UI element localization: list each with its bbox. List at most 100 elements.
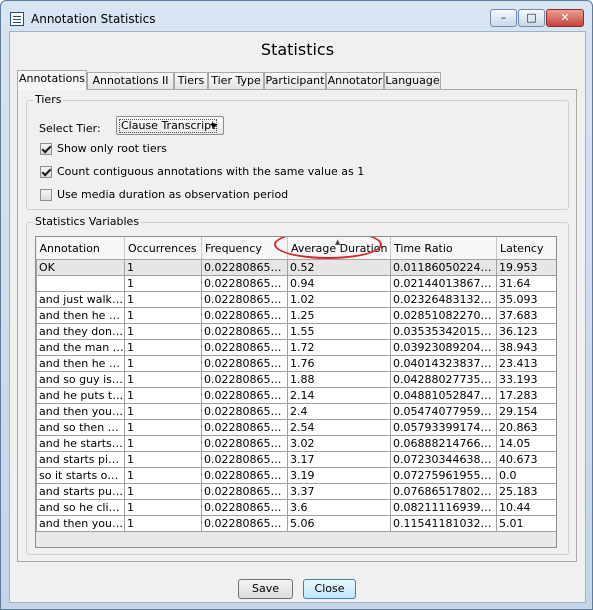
cell-average-duration: 3.6 xyxy=(287,499,391,516)
cell-latency: 38.943 xyxy=(496,339,556,356)
table-row[interactable]: and he puts th... 1 0.0228086581... 2.14 0.0… xyxy=(36,387,556,404)
cell-latency: 31.64 xyxy=(496,275,556,292)
column-header-occurrences[interactable]: Occurrences xyxy=(124,237,202,260)
cell-frequency: 0.0228086581... xyxy=(201,307,288,324)
maximize-button[interactable]: □ xyxy=(518,9,545,27)
cell-latency: 29.154 xyxy=(496,403,556,420)
cell-latency: 37.683 xyxy=(496,307,556,324)
cell-frequency: 0.0228086581... xyxy=(201,483,288,500)
table-row[interactable]: and then he cli... 1 0.0228086581... 1.76 0.… xyxy=(36,355,556,372)
tab-annotations-ii[interactable]: Annotations II xyxy=(87,72,174,89)
cell-latency: 36.123 xyxy=(496,323,556,340)
tab-annotator[interactable]: Annotator xyxy=(326,72,384,89)
cell-average-duration: 5.06 xyxy=(287,515,391,532)
cell-occurrences: 1 xyxy=(124,451,202,468)
cell-occurrences: 1 xyxy=(124,371,202,388)
close-window-button[interactable]: ✕ xyxy=(546,9,584,27)
close-button[interactable]: Close xyxy=(303,579,356,599)
cell-average-duration: 1.76 xyxy=(287,355,391,372)
cell-time-ratio: 0.02851082270830... xyxy=(390,307,497,324)
column-header-annotation[interactable]: Annotation xyxy=(36,237,125,260)
table-row[interactable]: and he starts ... 1 0.0228086581... 3.02 0.0… xyxy=(36,435,556,452)
page-title: Statistics xyxy=(260,40,335,59)
title-bar[interactable]: Annotation Statistics – □ ✕ xyxy=(1,1,592,35)
table-row[interactable]: so it starts out... 1 0.0228086581... 3.19 0… xyxy=(36,467,556,484)
annotation-statistics-window: Annotation Statistics – □ ✕ Statistics A… xyxy=(0,0,593,610)
tier-select[interactable]: Clause Transcript xyxy=(116,116,224,135)
statistics-table-body: OK10.0228086581...0.520.01186050224665..… xyxy=(36,259,556,532)
minimize-button[interactable]: – xyxy=(490,9,517,27)
table-row[interactable]: OK10.0228086581...0.520.01186050224665..… xyxy=(36,259,556,276)
tiers-group: Tiers Select Tier: Clause Transcript Sho… xyxy=(26,93,569,210)
cell-occurrences: 1 xyxy=(124,323,202,340)
column-header-time-ratio[interactable]: Time Ratio xyxy=(390,237,497,260)
tab-annotations[interactable]: Annotations xyxy=(17,70,87,90)
cell-time-ratio: 0.05474077959993... xyxy=(390,403,497,420)
statistics-table-container[interactable]: Annotation Occurrences Frequency Average… xyxy=(35,236,557,548)
table-row[interactable]: and they don't... 1 0.0228086581... 1.55 0.0… xyxy=(36,323,556,340)
cell-average-duration: 3.37 xyxy=(287,483,391,500)
tab-tiers[interactable]: Tiers xyxy=(174,72,208,89)
statistics-table: Annotation Occurrences Frequency Average… xyxy=(36,237,556,532)
cell-occurrences: 1 xyxy=(124,467,202,484)
tab-language[interactable]: Language xyxy=(384,72,441,89)
use-media-duration-checkbox[interactable] xyxy=(40,189,52,201)
cell-time-ratio: 0.03535342015829... xyxy=(390,323,497,340)
cell-time-ratio: 0.0821111693999042 xyxy=(390,499,497,516)
table-row[interactable]: and then he g... 1 0.0228086581... 1.25 0.02… xyxy=(36,307,556,324)
cell-annotation: and starts picki... xyxy=(36,451,125,468)
cell-average-duration: 2.54 xyxy=(287,419,391,436)
cell-average-duration: 0.94 xyxy=(287,275,391,292)
save-button[interactable]: Save xyxy=(238,579,293,599)
table-row[interactable]: and then you ... 1 0.0228086581... 2.4 0.054… xyxy=(36,403,556,420)
cell-frequency: 0.0228086581... xyxy=(201,339,288,356)
cell-latency: 17.283 xyxy=(496,387,556,404)
cell-average-duration: 2.4 xyxy=(287,403,391,420)
tiers-group-title: Tiers xyxy=(33,93,64,106)
table-row[interactable]: and so he clim... 1 0.0228086581... 3.6 0.08… xyxy=(36,499,556,516)
tab-tier-type[interactable]: Tier Type xyxy=(208,72,264,89)
cell-latency: 14.05 xyxy=(496,435,556,452)
cell-annotation: and so guy is j... xyxy=(36,371,125,388)
count-contiguous-label: Count contiguous annotations with the sa… xyxy=(57,165,365,178)
cell-time-ratio: 0.03923089204662... xyxy=(390,339,497,356)
cell-occurrences: 1 xyxy=(124,483,202,500)
cell-occurrences: 1 xyxy=(124,419,202,436)
cell-frequency: 0.0228086581... xyxy=(201,323,288,340)
cell-average-duration: 1.55 xyxy=(287,323,391,340)
cell-annotation: and they don't... xyxy=(36,323,125,340)
show-root-tiers-checkbox[interactable] xyxy=(40,143,52,155)
cell-latency: 25.183 xyxy=(496,483,556,500)
cell-time-ratio: 0.01186050224665... xyxy=(390,259,497,276)
cell-annotation: and starts putt... xyxy=(36,483,125,500)
table-row[interactable]: 10.0228086581...0.940.02144013867664...3… xyxy=(36,275,556,292)
table-row[interactable]: and just walks by10.0228086581...1.020.0… xyxy=(36,291,556,308)
table-row[interactable]: and starts putt... 1 0.0228086581... 3.37 0.… xyxy=(36,483,556,500)
window-title: Annotation Statistics xyxy=(31,12,156,26)
cell-average-duration: 2.14 xyxy=(287,387,391,404)
table-row[interactable]: and then you s... 1 0.0228086581... 5.06 0.1… xyxy=(36,515,556,532)
table-row[interactable]: and so guy is j... 1 0.0228086581... 1.88 0.… xyxy=(36,371,556,388)
cell-annotation: and then he cli... xyxy=(36,355,125,372)
tab-participant[interactable]: Participant xyxy=(264,72,326,89)
count-contiguous-checkbox[interactable] xyxy=(40,166,52,178)
cell-annotation: OK xyxy=(36,259,125,276)
cell-annotation: and so he clim... xyxy=(36,499,125,516)
show-root-tiers-label: Show only root tiers xyxy=(57,142,167,155)
table-row[interactable]: and the man g... 1 0.0228086581... 1.72 0.03… xyxy=(36,339,556,356)
cell-occurrences: 1 xyxy=(124,291,202,308)
column-header-latency[interactable]: Latency xyxy=(496,237,556,260)
cell-time-ratio: 0.11541181032319... xyxy=(390,515,497,532)
cell-frequency: 0.0228086581... xyxy=(201,371,288,388)
cell-annotation: and then you s... xyxy=(36,515,125,532)
use-media-duration-label: Use media duration as observation period xyxy=(57,188,289,201)
cell-latency: 40.673 xyxy=(496,451,556,468)
cell-average-duration: 1.88 xyxy=(287,371,391,388)
cell-annotation: and so then he... xyxy=(36,419,125,436)
table-row[interactable]: and so then he... 1 0.0228086581... 2.54 0.0… xyxy=(36,419,556,436)
column-header-frequency[interactable]: Frequency xyxy=(201,237,288,260)
table-row[interactable]: and starts picki...10.0228086581...3.170… xyxy=(36,451,556,468)
cell-latency: 0.0 xyxy=(496,467,556,484)
column-header-average-duration[interactable]: Average Duration ▲ xyxy=(287,237,391,260)
cell-frequency: 0.0228086581... xyxy=(201,355,288,372)
